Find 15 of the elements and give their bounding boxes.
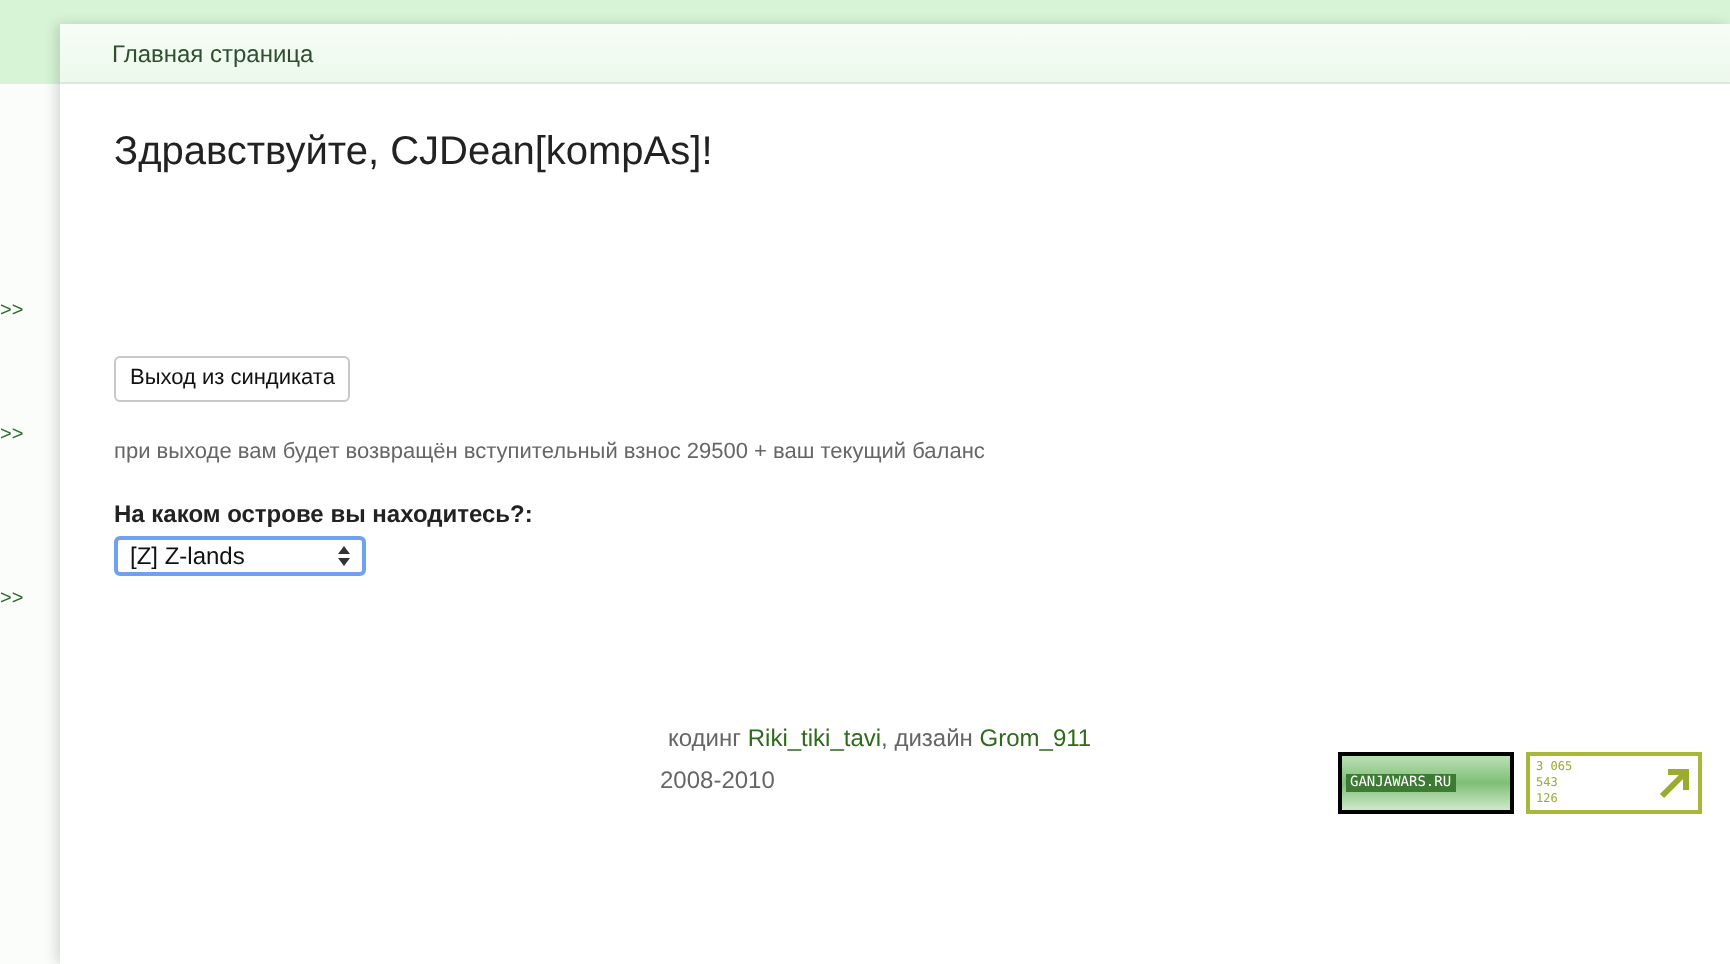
select-arrows-icon xyxy=(338,546,350,566)
credits-text: кодинг Riki_tiki_tavi, дизайн Grom_911 xyxy=(668,722,1092,756)
arrow-mark: >> xyxy=(0,424,24,448)
coder-link[interactable]: Riki_tiki_tavi xyxy=(747,724,882,752)
arrow-mark: >> xyxy=(0,300,24,324)
arrow-icon xyxy=(1656,765,1692,801)
refund-note: при выходе вам будет возвращён вступительный взнос 29500 + ваш текущий баланс xyxy=(114,437,985,467)
breadcrumb-link[interactable]: Главная страница xyxy=(112,35,314,71)
designer-link[interactable]: Grom_911 xyxy=(979,724,1092,752)
island-label: На каком острове вы находитесь?: xyxy=(114,498,533,532)
island-select[interactable]: [Z] Z-lands xyxy=(114,536,366,576)
years-text: 2008-2010 xyxy=(660,764,777,798)
arrow-mark: >> xyxy=(0,588,24,612)
greeting-title: Здравствуйте, CJDean[kompAs]! xyxy=(114,128,713,176)
leave-syndicate-button[interactable]: Выход из синдиката xyxy=(114,356,351,401)
